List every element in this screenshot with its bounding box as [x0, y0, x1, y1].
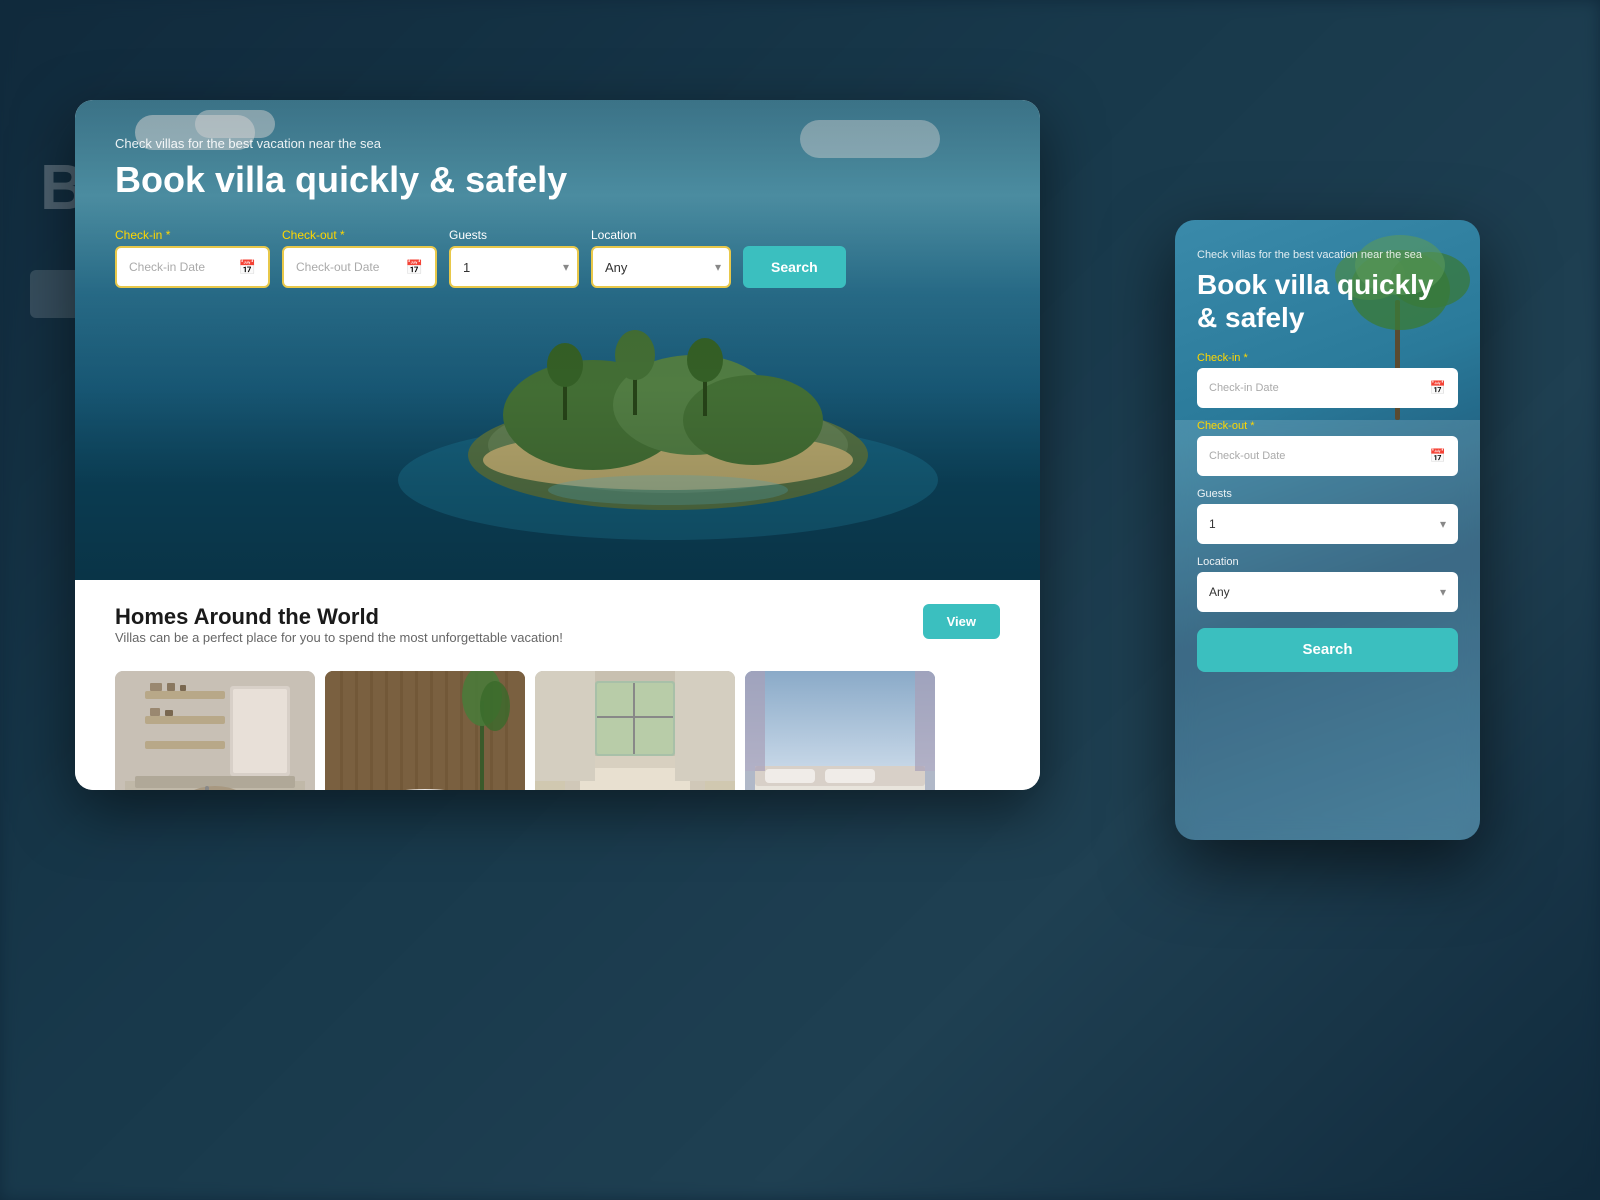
- mobile-location-group: Location Any ▾: [1197, 556, 1458, 612]
- hero-content: Check villas for the best vacation near …: [75, 100, 1040, 580]
- homes-section: Homes Around the World Villas can be a p…: [75, 580, 1040, 790]
- calendar-icon-2: 📅: [406, 259, 423, 276]
- homes-description: Villas can be a perfect place for you to…: [115, 630, 563, 645]
- mobile-checkout-input[interactable]: Check-out Date 📅: [1197, 436, 1458, 476]
- guests-select-wrapper: 1 2 3 4 5+: [449, 246, 579, 288]
- mobile-location-value: Any: [1209, 585, 1230, 599]
- calendar-icon: 📅: [239, 259, 256, 276]
- mobile-checkin-placeholder: Check-in Date: [1209, 382, 1279, 394]
- mobile-checkin-group: Check-in * Check-in Date 📅: [1197, 352, 1458, 408]
- checkout-input[interactable]: Check-out Date 📅: [282, 246, 437, 288]
- home-card-bg-1: [115, 671, 315, 790]
- guests-select[interactable]: 1 2 3 4 5+: [449, 246, 579, 288]
- homes-title-group: Homes Around the World Villas can be a p…: [115, 604, 563, 663]
- mobile-form: Check-in * Check-in Date 📅 Check-out * C…: [1197, 352, 1458, 818]
- mobile-checkout-placeholder: Check-out Date: [1209, 450, 1285, 462]
- checkin-input[interactable]: Check-in Date 📅: [115, 246, 270, 288]
- mobile-title: Book villa quickly & safely: [1197, 269, 1458, 333]
- mobile-guests-chevron: ▾: [1440, 517, 1446, 531]
- home-card-2[interactable]: Maldives: [325, 671, 525, 790]
- guests-label: Guests: [449, 228, 579, 242]
- location-select[interactable]: Any Maldives France Italy Bali: [591, 246, 731, 288]
- view-button[interactable]: View: [923, 604, 1000, 639]
- mobile-location-chevron: ▾: [1440, 585, 1446, 599]
- mobile-checkin-input[interactable]: Check-in Date 📅: [1197, 368, 1458, 408]
- guests-group: Guests 1 2 3 4 5+: [449, 228, 579, 288]
- mobile-card: Check villas for the best vacation near …: [1175, 220, 1480, 840]
- search-button[interactable]: Search: [743, 246, 846, 288]
- mobile-location-select-wrapper[interactable]: Any ▾: [1197, 572, 1458, 612]
- mobile-guests-label: Guests: [1197, 488, 1458, 500]
- hero-section: Check villas for the best vacation near …: [75, 100, 1040, 580]
- home-card-bg-4: [745, 671, 935, 790]
- mobile-calendar-icon-1: 📅: [1430, 380, 1446, 396]
- checkin-group: Check-in * Check-in Date 📅: [115, 228, 270, 288]
- browser-card: Check villas for the best vacation near …: [75, 100, 1040, 790]
- location-select-wrapper: Any Maldives France Italy Bali: [591, 246, 731, 288]
- home-card-1[interactable]: Maldives: [115, 671, 315, 790]
- mobile-location-label: Location: [1197, 556, 1458, 568]
- homes-grid: Maldives: [115, 671, 1000, 790]
- checkout-placeholder: Check-out Date: [296, 260, 379, 274]
- home-card-bg-2: [325, 671, 525, 790]
- hero-title: Book villa quickly & safely: [115, 159, 1000, 200]
- location-label: Location: [591, 228, 731, 242]
- homes-title: Homes Around the World: [115, 604, 563, 630]
- mobile-search-button[interactable]: Search: [1197, 628, 1458, 672]
- checkin-label: Check-in *: [115, 228, 270, 242]
- checkout-group: Check-out * Check-out Date 📅: [282, 228, 437, 288]
- mobile-checkout-label: Check-out *: [1197, 420, 1458, 432]
- checkin-placeholder: Check-in Date: [129, 260, 205, 274]
- mobile-guests-value: 1: [1209, 517, 1216, 531]
- mobile-checkout-group: Check-out * Check-out Date 📅: [1197, 420, 1458, 476]
- mobile-calendar-icon-2: 📅: [1430, 448, 1446, 464]
- hero-subtitle: Check villas for the best vacation near …: [115, 136, 1000, 151]
- homes-header: Homes Around the World Villas can be a p…: [115, 604, 1000, 663]
- checkout-label: Check-out *: [282, 228, 437, 242]
- mobile-content: Check villas for the best vacation near …: [1175, 220, 1480, 840]
- home-card-3[interactable]: France: [535, 671, 735, 790]
- home-card-4[interactable]: France: [745, 671, 935, 790]
- mobile-guests-group: Guests 1 ▾: [1197, 488, 1458, 544]
- mobile-checkin-label: Check-in *: [1197, 352, 1458, 364]
- home-card-bg-3: [535, 671, 735, 790]
- hero-search-form: Check-in * Check-in Date 📅 Check-out * C: [115, 228, 1000, 288]
- location-group: Location Any Maldives France Italy Bali: [591, 228, 731, 288]
- mobile-subtitle: Check villas for the best vacation near …: [1197, 248, 1458, 263]
- mobile-guests-select-wrapper[interactable]: 1 ▾: [1197, 504, 1458, 544]
